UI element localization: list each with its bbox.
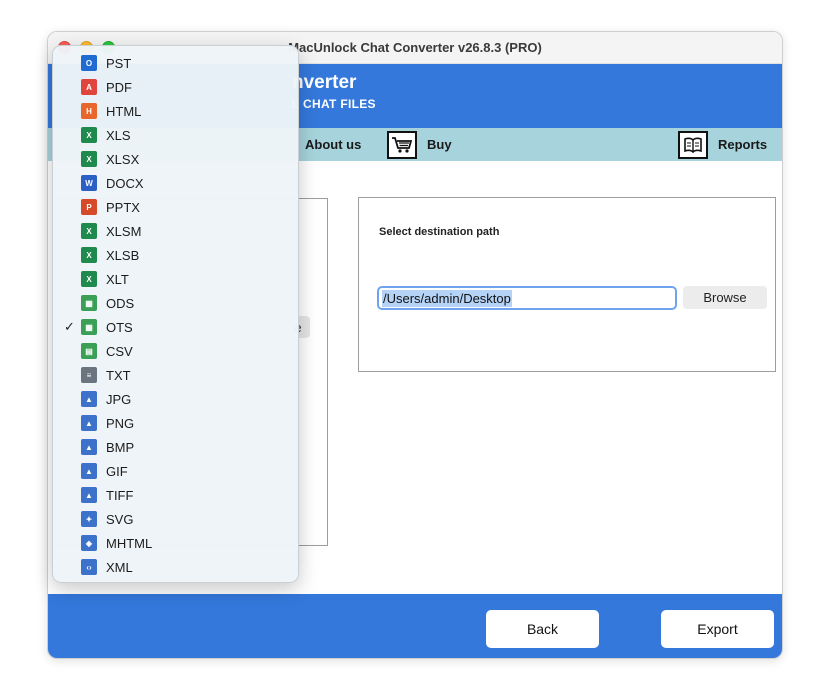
format-option-xlsm[interactable]: X XLSM bbox=[53, 219, 298, 243]
format-option-ods[interactable]: ▦ ODS bbox=[53, 291, 298, 315]
format-option-label: PST bbox=[106, 55, 132, 71]
excel-xlsb-icon: X bbox=[81, 247, 97, 263]
format-option-label: PNG bbox=[106, 415, 135, 431]
format-option-bmp[interactable]: ▲ BMP bbox=[53, 435, 298, 459]
destination-panel: Select destination path /Users/admin/Des… bbox=[358, 197, 776, 372]
format-option-txt[interactable]: ≡ TXT bbox=[53, 363, 298, 387]
format-option-label: XLT bbox=[106, 271, 129, 287]
format-option-csv[interactable]: ▤ CSV bbox=[53, 339, 298, 363]
format-option-label: XLSM bbox=[106, 223, 142, 239]
excel-xlsm-icon: X bbox=[81, 223, 97, 239]
format-option-label: HTML bbox=[106, 103, 142, 119]
svg-image-icon: ✦ bbox=[81, 511, 97, 527]
format-option-xml[interactable]: ‹› XML bbox=[53, 555, 298, 579]
format-option-label: CSV bbox=[106, 343, 133, 359]
format-option-label: DOCX bbox=[106, 175, 144, 191]
browse-button[interactable]: Browse bbox=[683, 286, 767, 309]
word-docx-icon: W bbox=[81, 175, 97, 191]
ods-sheet-icon: ▦ bbox=[81, 295, 97, 311]
format-option-html[interactable]: H HTML bbox=[53, 99, 298, 123]
format-option-png[interactable]: ▲ PNG bbox=[53, 411, 298, 435]
bmp-image-icon: ▲ bbox=[81, 439, 97, 455]
powerpoint-pptx-icon: P bbox=[81, 199, 97, 215]
format-option-label: GIF bbox=[106, 463, 128, 479]
format-option-pdf[interactable]: A PDF bbox=[53, 75, 298, 99]
footer-bar: Back Export bbox=[48, 594, 782, 658]
excel-xlt-icon: X bbox=[81, 271, 97, 287]
banner-title: nverter bbox=[292, 72, 357, 93]
format-option-label: BMP bbox=[106, 439, 135, 455]
png-image-icon: ▲ bbox=[81, 415, 97, 431]
format-option-label: PDF bbox=[106, 79, 132, 95]
format-option-label: XLS bbox=[106, 127, 131, 143]
banner-subtitle: L CHAT FILES bbox=[292, 97, 376, 111]
mhtml-icon: ◈ bbox=[81, 535, 97, 551]
format-option-pst[interactable]: O PST bbox=[53, 51, 298, 75]
checkmark-icon: ✓ bbox=[64, 319, 75, 334]
tiff-image-icon: ▲ bbox=[81, 487, 97, 503]
format-option-xlt[interactable]: X XLT bbox=[53, 267, 298, 291]
format-option-label: XLSB bbox=[106, 247, 140, 263]
format-option-tiff[interactable]: ▲ TIFF bbox=[53, 483, 298, 507]
cart-icon bbox=[387, 130, 417, 159]
outlook-pst-icon: O bbox=[81, 55, 97, 71]
reports-menu[interactable]: Reports bbox=[678, 128, 767, 161]
format-option-label: ODS bbox=[106, 295, 135, 311]
html-icon: H bbox=[81, 103, 97, 119]
format-option-xlsx[interactable]: X XLSX bbox=[53, 147, 298, 171]
destination-label: Select destination path bbox=[379, 226, 500, 238]
destination-path-input[interactable]: /Users/admin/Desktop bbox=[377, 286, 677, 310]
buy-menu[interactable]: Buy bbox=[387, 128, 452, 161]
about-us-label: About us bbox=[305, 137, 362, 152]
format-option-label: XLSX bbox=[106, 151, 140, 167]
format-option-label: MHTML bbox=[106, 535, 153, 551]
format-option-ots[interactable]: ✓ ▦ OTS bbox=[53, 315, 298, 339]
gif-image-icon: ▲ bbox=[81, 463, 97, 479]
ots-sheet-icon: ▦ bbox=[81, 319, 97, 335]
format-option-label: OTS bbox=[106, 319, 133, 335]
export-button[interactable]: Export bbox=[661, 610, 774, 648]
format-option-label: SVG bbox=[106, 511, 134, 527]
format-option-jpg[interactable]: ▲ JPG bbox=[53, 387, 298, 411]
format-option-gif[interactable]: ▲ GIF bbox=[53, 459, 298, 483]
format-option-pptx[interactable]: P PPTX bbox=[53, 195, 298, 219]
format-dropdown-menu: O PST A PDF H HTML X XLS X XLSX W DOCX P PPTX X XLSM X XL… bbox=[52, 45, 299, 583]
destination-path-value: /Users/admin/Desktop bbox=[382, 289, 512, 307]
about-us-menu[interactable]: About us bbox=[305, 128, 361, 161]
excel-xls-icon: X bbox=[81, 127, 97, 143]
format-option-label: XML bbox=[106, 559, 133, 575]
format-option-mhtml[interactable]: ◈ MHTML bbox=[53, 531, 298, 555]
back-button[interactable]: Back bbox=[486, 610, 599, 648]
buy-label: Buy bbox=[427, 137, 452, 152]
reports-label: Reports bbox=[718, 137, 768, 152]
excel-xlsx-icon: X bbox=[81, 151, 97, 167]
format-option-label: PPTX bbox=[106, 199, 140, 215]
format-option-svg[interactable]: ✦ SVG bbox=[53, 507, 298, 531]
format-option-xls[interactable]: X XLS bbox=[53, 123, 298, 147]
format-option-label: JPG bbox=[106, 391, 132, 407]
format-option-label: TXT bbox=[106, 367, 131, 383]
format-option-label: TIFF bbox=[106, 487, 134, 503]
csv-icon: ▤ bbox=[81, 343, 97, 359]
pdf-icon: A bbox=[81, 79, 97, 95]
book-icon bbox=[678, 130, 708, 159]
txt-file-icon: ≡ bbox=[81, 367, 97, 383]
xml-file-icon: ‹› bbox=[81, 559, 97, 575]
jpg-image-icon: ▲ bbox=[81, 391, 97, 407]
format-option-docx[interactable]: W DOCX bbox=[53, 171, 298, 195]
format-option-xlsb[interactable]: X XLSB bbox=[53, 243, 298, 267]
